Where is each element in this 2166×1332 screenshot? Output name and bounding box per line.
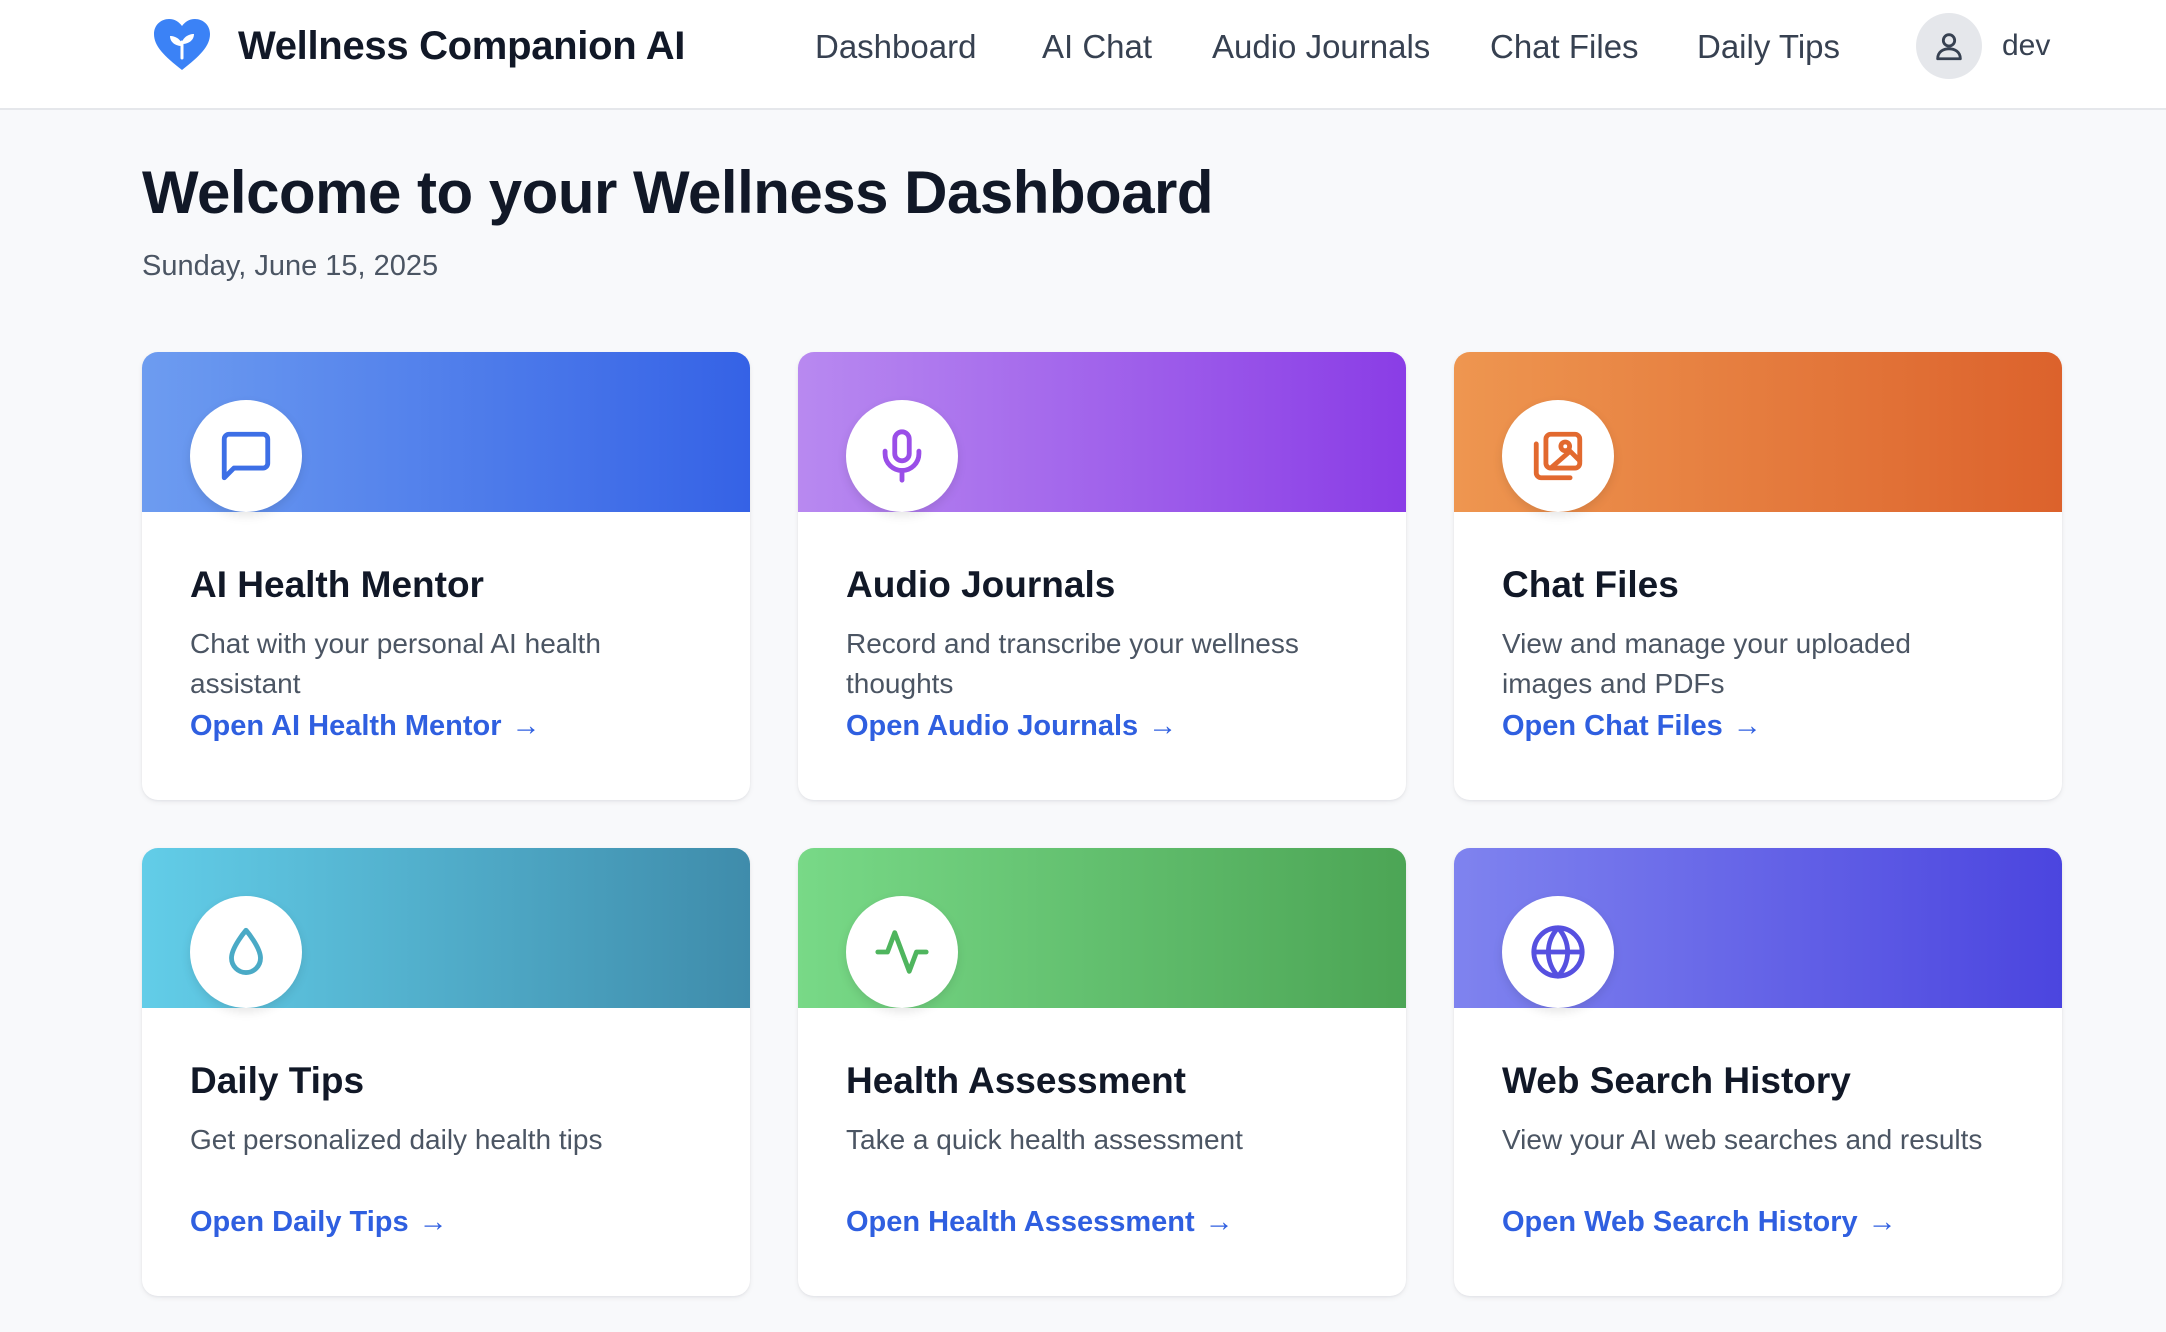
card-health-assessment[interactable]: Health Assessment Take a quick health as… [798, 848, 1406, 1296]
page-date: Sunday, June 15, 2025 [142, 250, 439, 282]
card-description: Take a quick health assessment [846, 1124, 1243, 1155]
activity-icon [875, 930, 929, 974]
card-daily-tips[interactable]: Daily Tips Get personalized daily health… [142, 848, 750, 1296]
arrow-right-icon: → [1867, 1206, 1897, 1238]
arrow-right-icon: → [418, 1206, 448, 1238]
card-description: View your AI web searches and results [1502, 1124, 1983, 1155]
top-navigation-bar: Wellness Companion AI Dashboard AI Chat … [0, 0, 2166, 110]
brand-name: Wellness Companion AI [238, 23, 686, 68]
heart-sprout-icon [154, 19, 210, 70]
card-title: AI Health Mentor [190, 564, 484, 605]
user-icon [1936, 33, 1962, 61]
card-link-label: Open Web Search History [1502, 1206, 1858, 1238]
card-audio-journals[interactable]: Audio Journals Record and transcribe you… [798, 352, 1406, 800]
open-audio-journals-link[interactable]: Open Audio Journals → [846, 710, 1177, 743]
message-square-icon [221, 431, 271, 481]
nav-item-chat-files[interactable]: Chat Files [1490, 22, 1639, 72]
card-ai-health-mentor[interactable]: AI Health Mentor Chat with your personal… [142, 352, 750, 800]
card-icon-badge [190, 896, 302, 1008]
nav-item-audio-journals[interactable]: Audio Journals [1212, 22, 1430, 72]
card-chat-files[interactable]: Chat Files View and manage your uploaded… [1454, 352, 2062, 800]
card-icon-badge [846, 400, 958, 512]
card-title: Daily Tips [190, 1060, 365, 1101]
brand[interactable]: Wellness Companion AI [152, 16, 685, 76]
nav-item-ai-chat[interactable]: AI Chat [1042, 22, 1152, 72]
user-menu[interactable]: dev [1916, 13, 2050, 79]
droplet-icon [229, 927, 263, 975]
card-description: Get personalized daily health tips [190, 1124, 603, 1155]
card-title: Web Search History [1502, 1060, 1851, 1101]
arrow-right-icon: → [1148, 710, 1178, 742]
username: dev [2002, 29, 2051, 62]
open-health-assessment-link[interactable]: Open Health Assessment → [846, 1206, 1234, 1239]
page-title: Welcome to your Wellness Dashboard [142, 159, 1214, 226]
card-title: Chat Files [1502, 564, 1679, 605]
microphone-icon [882, 429, 922, 483]
open-daily-tips-link[interactable]: Open Daily Tips → [190, 1206, 448, 1239]
avatar [1916, 13, 1982, 79]
card-link-label: Open Chat Files [1502, 710, 1723, 742]
card-icon-badge [190, 400, 302, 512]
card-link-label: Open AI Health Mentor [190, 710, 502, 742]
images-icon [1533, 431, 1583, 481]
card-link-label: Open Daily Tips [190, 1206, 409, 1238]
open-web-search-history-link[interactable]: Open Web Search History → [1502, 1206, 1897, 1239]
card-icon-badge [1502, 896, 1614, 1008]
nav-item-daily-tips[interactable]: Daily Tips [1697, 22, 1840, 72]
card-description: Chat with your personal AI health assist… [190, 628, 601, 699]
nav-item-dashboard[interactable]: Dashboard [815, 22, 976, 72]
arrow-right-icon: → [511, 710, 541, 742]
card-description: Record and transcribe your wellness thou… [846, 628, 1299, 699]
card-web-search-history[interactable]: Web Search History View your AI web sear… [1454, 848, 2062, 1296]
card-icon-badge [1502, 400, 1614, 512]
card-icon-badge [846, 896, 958, 1008]
arrow-right-icon: → [1204, 1206, 1234, 1238]
card-link-label: Open Health Assessment [846, 1206, 1195, 1238]
card-title: Health Assessment [846, 1060, 1186, 1101]
card-title: Audio Journals [846, 564, 1116, 605]
card-link-label: Open Audio Journals [846, 710, 1139, 742]
arrow-right-icon: → [1732, 710, 1762, 742]
open-chat-files-link[interactable]: Open Chat Files → [1502, 710, 1762, 743]
open-ai-health-mentor-link[interactable]: Open AI Health Mentor → [190, 710, 541, 743]
card-description: View and manage your uploaded images and… [1502, 628, 1911, 699]
globe-icon [1531, 925, 1585, 979]
